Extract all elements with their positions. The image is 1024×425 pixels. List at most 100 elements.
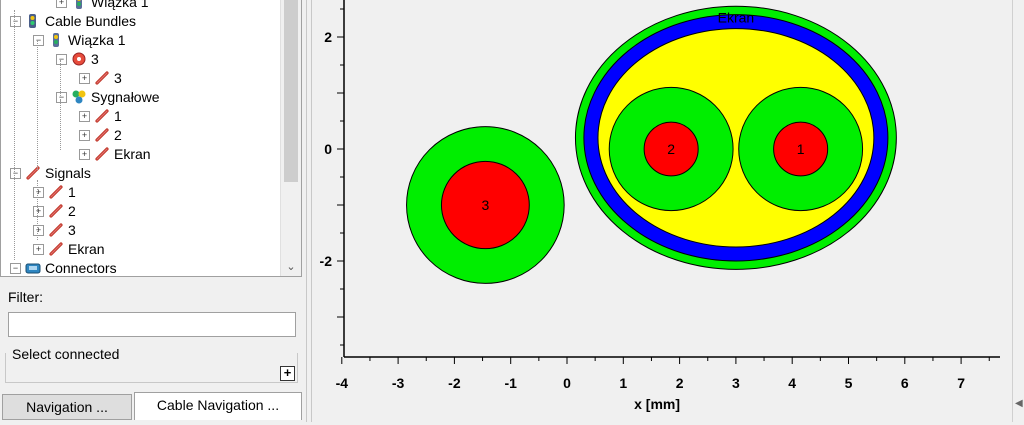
- signal-group-icon: [71, 89, 87, 105]
- tree-scrollbar[interactable]: ⌄: [280, 0, 301, 276]
- expand-icon[interactable]: +: [79, 110, 90, 122]
- expand-icon[interactable]: +: [33, 205, 44, 217]
- tree-item[interactable]: +2: [33, 201, 76, 220]
- x-tick-label: 3: [732, 375, 740, 391]
- expand-icon[interactable]: +: [33, 224, 44, 236]
- tab-cable-navigation[interactable]: Cable Navigation ...: [134, 392, 302, 420]
- tree-item[interactable]: + Wiązka 1: [56, 0, 149, 11]
- collapse-icon[interactable]: −: [10, 167, 21, 179]
- filter-input[interactable]: [8, 312, 296, 337]
- chevron-left-icon[interactable]: ◀: [1015, 398, 1023, 409]
- tree-guide-line: [14, 10, 15, 260]
- collapse-icon[interactable]: −: [56, 53, 67, 65]
- collapse-icon[interactable]: −: [10, 15, 21, 27]
- wire-icon: [25, 165, 41, 181]
- tree-item-label: 3: [91, 50, 99, 67]
- conductor-label: 2: [667, 141, 675, 157]
- wire-icon: [94, 146, 110, 162]
- x-tick-label: 1: [619, 375, 627, 391]
- connector-icon: [25, 260, 41, 276]
- tree-item[interactable]: + Ekran: [79, 144, 151, 163]
- x-tick-label: 7: [957, 375, 965, 391]
- y-tick-label: 2: [324, 29, 332, 45]
- cross-section-plot[interactable]: 1 2 3 Ekran -4 -3 -2 -1 0 1 2 3 4 5 6 7 2 0 -2 x [mm]: [312, 0, 1012, 422]
- conductor-label: 1: [797, 141, 805, 157]
- expand-icon[interactable]: +: [33, 186, 44, 198]
- bundle-icon: [71, 0, 87, 10]
- tree-item[interactable]: +1: [33, 182, 76, 201]
- collapse-icon[interactable]: −: [10, 262, 21, 274]
- tree-item[interactable]: − Cable Bundles: [10, 11, 136, 30]
- plot-scrollbar[interactable]: ◀: [1012, 0, 1024, 422]
- tree-item[interactable]: +3: [33, 220, 76, 239]
- tree-item-label: Signals: [45, 164, 91, 181]
- bundle-icon: [48, 32, 64, 48]
- x-tick-label: -3: [392, 375, 405, 391]
- collapse-icon[interactable]: −: [33, 34, 44, 46]
- tree-item-label: 1: [68, 183, 76, 200]
- filter-label: Filter:: [8, 289, 43, 305]
- tree-item-label: 1: [114, 107, 122, 124]
- x-tick-label: 2: [676, 375, 684, 391]
- chevron-down-icon[interactable]: ⌄: [283, 260, 299, 274]
- navigation-tree[interactable]: + Wiązka 1− Cable Bundles − Wiązka 1−3 +3− Syg…: [0, 0, 302, 277]
- tab-navigation[interactable]: Navigation ...: [2, 394, 132, 420]
- tree-scrollbar-thumb[interactable]: [284, 0, 298, 182]
- conductor-group-icon: [71, 51, 87, 67]
- panel-tabs: Navigation ... Cable Navigation ...: [0, 390, 306, 422]
- tree-item[interactable]: + Ekran: [33, 239, 105, 258]
- navigation-panel: + Wiązka 1− Cable Bundles − Wiązka 1−3 +3− Syg…: [0, 0, 306, 422]
- tree-item-label: Connectors: [45, 259, 117, 276]
- tree-item[interactable]: +1: [79, 106, 122, 125]
- wire-icon: [48, 203, 64, 219]
- tree-guide-line: [37, 40, 38, 170]
- tree-item[interactable]: − Sygnałowe: [56, 87, 160, 106]
- conductor-label: Ekran: [718, 9, 755, 25]
- x-tick-label: -4: [336, 375, 349, 391]
- wire-icon: [94, 70, 110, 86]
- select-connected-label: Select connected: [8, 346, 123, 362]
- tree-item-label: Ekran: [114, 145, 151, 162]
- tree-guide-line: [60, 60, 61, 102]
- tree-item[interactable]: − Signals: [10, 163, 91, 182]
- y-tick-label: -2: [320, 253, 333, 269]
- cable-bundles-icon: [25, 13, 41, 29]
- x-tick-label: 0: [563, 375, 571, 391]
- wire-icon: [48, 222, 64, 238]
- x-tick-label: 6: [901, 375, 909, 391]
- tree-item[interactable]: +2: [79, 125, 122, 144]
- expand-icon[interactable]: +: [79, 72, 90, 84]
- collapse-icon[interactable]: −: [56, 91, 67, 103]
- tree-item-label: 2: [68, 202, 76, 219]
- tree-item-label: Wiązka 1: [68, 31, 126, 48]
- x-tick-label: 4: [788, 375, 796, 391]
- x-axis-label: x [mm]: [634, 396, 680, 412]
- y-tick-label: 0: [324, 141, 332, 157]
- expand-plus-button[interactable]: +: [280, 366, 295, 381]
- tree-item-label: Sygnałowe: [91, 88, 160, 105]
- tree-item-label: 3: [68, 221, 76, 238]
- tree-item[interactable]: − Connectors: [10, 258, 117, 276]
- x-tick-label: -1: [504, 375, 517, 391]
- wire-icon: [48, 241, 64, 257]
- wire-icon: [94, 108, 110, 124]
- tree-item-label: Cable Bundles: [45, 12, 137, 29]
- tree-guide-line: [60, 100, 61, 150]
- expand-icon[interactable]: +: [56, 0, 67, 8]
- tree-item-label: 2: [114, 126, 122, 143]
- tree-item[interactable]: −3: [56, 49, 99, 68]
- tree-item-label: Ekran: [68, 240, 105, 257]
- expand-icon[interactable]: +: [79, 129, 90, 141]
- expand-icon[interactable]: +: [33, 243, 44, 255]
- tree-guide-line: [37, 180, 38, 240]
- conductor-label: 3: [481, 197, 489, 213]
- x-tick-label: -2: [448, 375, 461, 391]
- wire-icon: [94, 127, 110, 143]
- tree-item-label: Wiązka 1: [91, 0, 149, 10]
- tree-item[interactable]: − Wiązka 1: [33, 30, 126, 49]
- x-tick-label: 5: [845, 375, 853, 391]
- expand-icon[interactable]: +: [79, 148, 90, 160]
- tree-item[interactable]: +3: [79, 68, 122, 87]
- cross-section-chart: 1 2 3 Ekran -4 -3 -2 -1 0 1 2 3 4 5 6 7 2 0 -2 x [mm]: [320, 0, 1000, 412]
- wire-icon: [48, 184, 64, 200]
